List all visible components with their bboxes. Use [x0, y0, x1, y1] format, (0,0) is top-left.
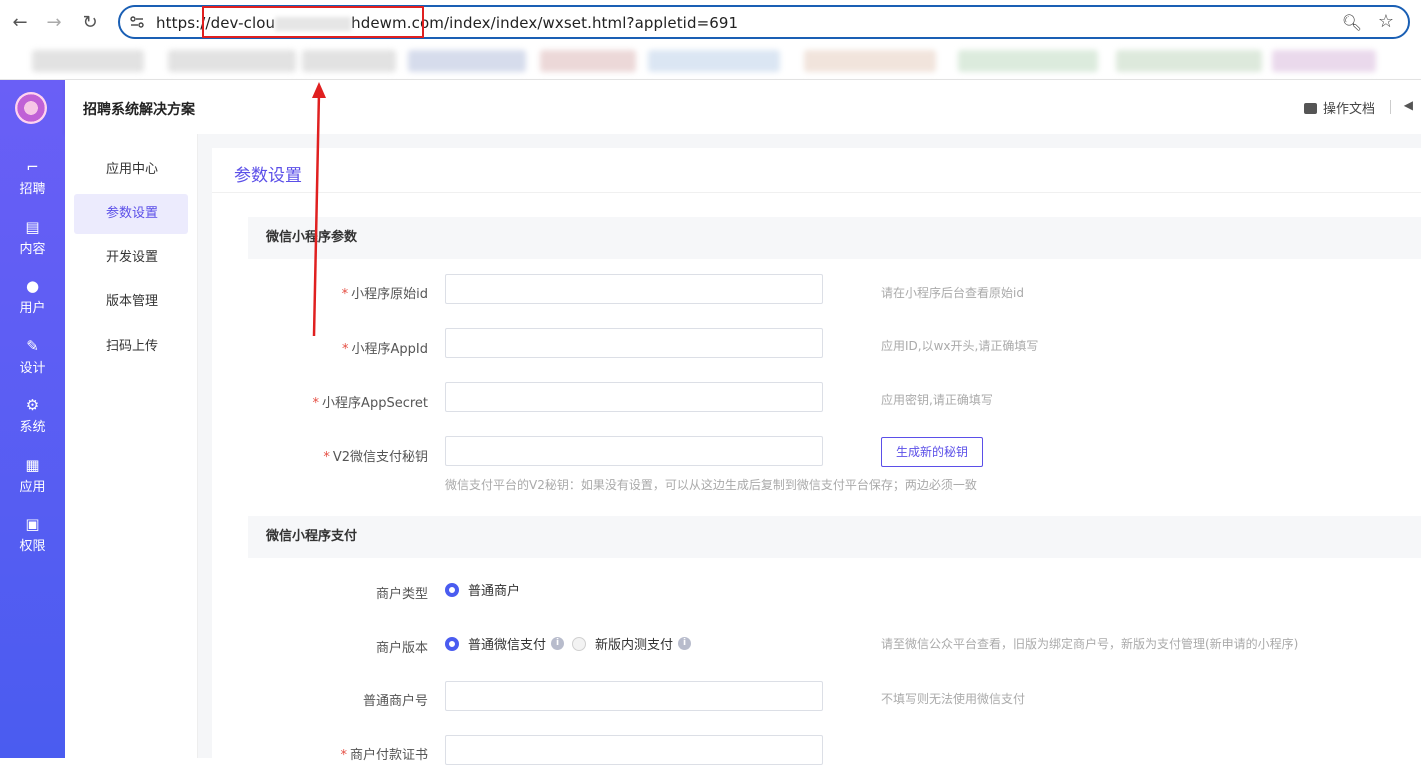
rail-item-label: 设计	[19, 361, 46, 376]
rail-item-label: 权限	[19, 539, 46, 554]
radio-normal-merchant[interactable]: 普通商户	[445, 580, 520, 599]
docs-link-label: 操作文档	[1322, 102, 1375, 117]
subnav-params[interactable]: 参数设置	[74, 194, 188, 234]
v2-key-hint: 微信支付平台的V2秘钥：如果没有设置，可以从这边生成后复制到微信支付平台保存；两…	[445, 478, 977, 492]
rail-item-label: 用户	[19, 301, 46, 316]
rail-item-label: 招聘	[19, 182, 46, 197]
subnav-dev-settings[interactable]: 开发设置	[74, 238, 188, 278]
label-text: 小程序原始id	[351, 287, 428, 302]
top-header: 招聘系统解决方案 操作文档 ◀	[65, 80, 1421, 134]
generate-key-button[interactable]: 生成新的秘钥	[881, 437, 983, 467]
label-merchant-version: 商户版本	[375, 641, 428, 656]
merchant-version-hint: 请至微信公众平台查看，旧版为绑定商户号，新版为支付管理(新申请的小程序)	[881, 637, 1299, 651]
left-rail: ⌐ 招聘 ▤ 内容 ● 用户 ✎ 设计 ⚙ 系统 ▦ 应用 ▣ 权限	[0, 80, 65, 758]
grid-icon: ▦	[25, 456, 40, 474]
bookmark-item[interactable]	[302, 50, 396, 72]
lock-icon: ▣	[25, 515, 40, 533]
brand-title: 招聘系统解决方案	[83, 102, 195, 118]
bookmark-item[interactable]	[408, 50, 526, 72]
radio-unchecked[interactable]	[572, 636, 586, 651]
merchant-no-hint: 不填写则无法使用微信支付	[881, 692, 1026, 706]
radio-label: 普通商户	[468, 584, 521, 599]
appsecret-hint: 应用密钥,请正确填写	[881, 393, 993, 407]
label-text: 商户付款证书	[349, 748, 428, 763]
label-merchant-no: 普通商户号	[362, 694, 428, 709]
bookmark-item[interactable]	[958, 50, 1098, 72]
original-id-hint: 请在小程序后台查看原始id	[881, 286, 1024, 300]
brush-icon: ✎	[26, 337, 39, 355]
rail-item-label: 系统	[19, 420, 46, 435]
sub-sidebar: 应用中心 参数设置 开发设置 版本管理 扫码上传	[65, 134, 198, 758]
bookmark-item[interactable]	[540, 50, 636, 72]
title-divider	[212, 192, 1421, 193]
document-icon: ▤	[25, 218, 40, 236]
rail-item-recruit[interactable]: ⌐ 招聘	[0, 158, 65, 208]
radio-checked[interactable]	[445, 636, 459, 651]
rail-item-apps[interactable]: ▦ 应用	[0, 456, 65, 506]
speaker-icon[interactable]: ◀	[1404, 98, 1413, 112]
page-title: 参数设置	[234, 166, 302, 186]
cert-input[interactable]	[445, 735, 823, 765]
bookmark-star-icon[interactable]: ☆	[1378, 11, 1394, 32]
bookmark-item[interactable]	[32, 50, 144, 72]
radio-label: 普通微信支付	[468, 638, 547, 653]
radio-label: 新版内测支付	[595, 638, 674, 653]
original-id-input[interactable]	[445, 274, 823, 304]
section-header-payment: 微信小程序支付	[248, 516, 1421, 558]
appid-hint: 应用ID,以wx开头,请正确填写	[881, 339, 1039, 353]
label-text: 小程序AppSecret	[322, 396, 428, 411]
radio-normal-wxpay[interactable]: 普通微信支付 i	[445, 634, 565, 653]
bookmark-item[interactable]	[1116, 50, 1262, 72]
forward-arrow-icon[interactable]: →	[42, 10, 66, 34]
rail-item-permission[interactable]: ▣ 权限	[0, 515, 65, 565]
header-divider	[1390, 100, 1391, 114]
rail-item-label: 应用	[19, 480, 46, 495]
info-icon[interactable]: i	[678, 637, 692, 650]
pin-icon: ⌐	[26, 158, 39, 176]
folder-icon	[1303, 103, 1317, 114]
merchant-no-input[interactable]	[445, 681, 823, 711]
section-header-params: 微信小程序参数	[248, 217, 1421, 259]
subnav-version[interactable]: 版本管理	[74, 282, 188, 322]
rail-item-system[interactable]: ⚙ 系统	[0, 396, 65, 446]
rail-item-label: 内容	[19, 242, 46, 257]
v2-key-input[interactable]	[445, 436, 823, 466]
rail-item-content[interactable]: ▤ 内容	[0, 218, 65, 268]
subnav-scan-upload[interactable]: 扫码上传	[74, 327, 188, 367]
label-cert: * 商户付款证书	[340, 748, 428, 763]
rail-item-user[interactable]: ● 用户	[0, 277, 65, 327]
info-icon[interactable]: i	[551, 637, 565, 650]
back-arrow-icon[interactable]: ←	[8, 10, 32, 34]
annotation-highlight-box	[202, 6, 424, 38]
bookmark-item[interactable]	[648, 50, 780, 72]
settings-panel: 参数设置 微信小程序参数 * 小程序原始id 请在小程序后台查看原始id * 小程序…	[212, 148, 1421, 765]
bookmark-item[interactable]	[804, 50, 936, 72]
rail-item-design[interactable]: ✎ 设计	[0, 337, 65, 387]
annotation-arrow	[312, 82, 326, 337]
radio-checked[interactable]	[445, 582, 459, 597]
gear-icon: ⚙	[25, 396, 40, 414]
label-appsecret: * 小程序AppSecret	[312, 396, 428, 411]
bookmark-item[interactable]	[1272, 50, 1376, 72]
label-appid: * 小程序AppId	[342, 342, 428, 357]
docs-link[interactable]: 操作文档	[1303, 98, 1375, 117]
label-merchant-type: 商户类型	[375, 587, 428, 602]
app-logo[interactable]	[15, 92, 47, 124]
zoom-icon[interactable]: 🔍︎	[1342, 13, 1362, 32]
label-text: 小程序AppId	[351, 342, 428, 357]
user-icon: ●	[25, 277, 40, 295]
url-path: /index/index/wxset.html?appletid=691	[443, 14, 739, 32]
reload-icon[interactable]: ↻	[78, 10, 102, 34]
appid-input[interactable]	[445, 328, 823, 358]
site-settings-icon[interactable]	[130, 16, 144, 28]
bookmark-item[interactable]	[168, 50, 296, 72]
radio-beta-pay[interactable]: 新版内测支付 i	[572, 634, 692, 653]
subnav-app-center[interactable]: 应用中心	[74, 150, 188, 190]
browser-toolbar: ← → ↻ https://dev-clou hdewm.com/index/in…	[0, 0, 1421, 44]
bookmarks-bar	[0, 44, 1421, 80]
label-v2-key: * V2微信支付秘钥	[323, 450, 428, 465]
appsecret-input[interactable]	[445, 382, 823, 412]
label-text: V2微信支付秘钥	[332, 450, 428, 465]
